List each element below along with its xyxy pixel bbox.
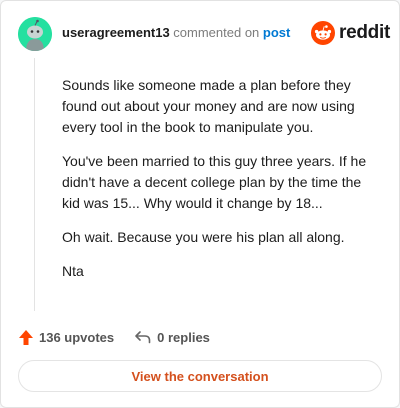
comment-paragraph: You've been married to this guy three ye… — [62, 153, 367, 211]
comment-header: useragreement13 commented on post — [62, 25, 290, 41]
reddit-wordmark: reddit — [339, 22, 390, 43]
reply-arrow-icon — [135, 331, 151, 344]
action-text: commented on — [169, 25, 263, 40]
comment-paragraph: Oh wait. Because you were his plan all a… — [62, 229, 345, 245]
comment-footer: 136 upvotes 0 replies — [18, 328, 210, 346]
upvote-arrow-icon — [19, 329, 33, 345]
upvote-count: 136 upvotes — [39, 329, 115, 345]
replies-button[interactable]: 0 replies — [134, 329, 210, 345]
user-avatar[interactable] — [18, 17, 52, 51]
comment-paragraph: Sounds like someone made a plan before t… — [62, 77, 355, 135]
upvote-button[interactable]: 136 upvotes — [18, 329, 114, 346]
username-link[interactable]: useragreement13 — [62, 25, 170, 40]
reddit-logo-icon — [311, 21, 335, 45]
reply-count: 0 replies — [157, 329, 210, 345]
reddit-brand[interactable]: reddit — [311, 20, 390, 46]
thread-line — [34, 58, 35, 311]
comment-body: Sounds like someone made a plan before t… — [62, 75, 377, 295]
view-conversation-button[interactable]: View the conversation — [18, 360, 382, 392]
post-link[interactable]: post — [263, 25, 290, 40]
snoo-avatar-icon — [18, 17, 52, 51]
comment-card: useragreement13 commented on post reddit… — [0, 0, 400, 408]
comment-paragraph: Nta — [62, 263, 84, 279]
